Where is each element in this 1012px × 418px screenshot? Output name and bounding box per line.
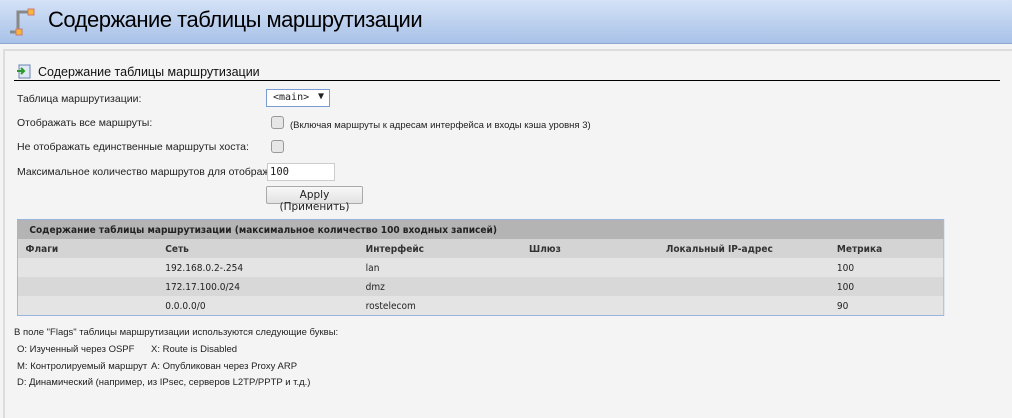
routing-icon: [10, 8, 35, 36]
flag-o: O: Изученный через OSPF: [17, 344, 135, 355]
section-arrow-icon: [17, 64, 31, 79]
section-heading: Содержание таблицы маршрутизации: [14, 64, 1000, 81]
show-all-checkbox[interactable]: [271, 116, 284, 129]
show-all-label: Отображать все маршруты:: [17, 117, 153, 129]
column-header: Шлюз: [529, 244, 561, 255]
flag-x: X: Route is Disabled: [151, 344, 238, 355]
table-cell: 172.17.100.0/24: [165, 282, 241, 293]
flag-m: M: Контролируемый маршрут: [17, 361, 148, 372]
column-header: Флаги: [25, 244, 59, 255]
flags-intro: В поле "Flags" таблицы маршрутизации исп…: [14, 327, 339, 338]
apply-button[interactable]: Apply (Применить): [266, 186, 363, 213]
table-title: Содержание таблицы маршрутизации (максим…: [29, 225, 497, 236]
routing-table-value: <main>: [273, 92, 310, 103]
section-title: Содержание таблицы маршрутизации: [38, 65, 260, 79]
flag-d: D: Динамический (например, из IPsec, сер…: [17, 377, 311, 388]
table-cell: lan: [365, 263, 380, 274]
table-row: 172.17.100.0/24 dmz 100: [17, 277, 944, 296]
hide-host-label: Не отображать единственные маршруты хост…: [17, 141, 249, 153]
column-header: Интерфейс: [365, 244, 425, 255]
table-cell: dmz: [365, 282, 385, 293]
table-cell: 90: [836, 301, 849, 312]
flag-a: A: Опубликован через Proxy ARP: [151, 361, 298, 372]
column-header: Метрика: [836, 244, 883, 255]
table-header: Флаги Сеть Интерфейс Шлюз Локальный IP-адрес…: [17, 239, 944, 258]
table-cell: rostelecom: [365, 301, 416, 312]
column-header: Локальный IP-адрес: [665, 244, 773, 255]
routing-table: Содержание таблицы маршрутизации (максим…: [17, 219, 945, 316]
table-cell: 0.0.0.0/0: [165, 301, 206, 312]
table-cell: 100: [836, 282, 855, 293]
max-routes-input[interactable]: 100: [267, 163, 335, 181]
routing-table-select[interactable]: <main> ▼: [266, 89, 330, 107]
table-cell: 100: [836, 263, 855, 274]
table-row: 0.0.0.0/0 rostelecom 90: [17, 296, 944, 315]
chevron-down-icon: ▼: [317, 91, 324, 102]
hide-host-checkbox[interactable]: [271, 140, 284, 153]
table-row: 192.168.0.2-.254 lan 100: [17, 258, 944, 277]
routing-table-label: Таблица маршрутизации:: [17, 93, 142, 105]
table-cell: 192.168.0.2-.254: [165, 263, 244, 274]
page-title: Содержание таблицы маршрутизации: [48, 7, 423, 32]
page-header: Содержание таблицы маршрутизации: [0, 0, 1012, 44]
max-routes-label: Максимальное количество маршрутов для от…: [17, 166, 296, 178]
show-all-note: (Включая маршруты к адресам интерфейса и…: [290, 120, 591, 131]
column-header: Сеть: [165, 244, 189, 255]
